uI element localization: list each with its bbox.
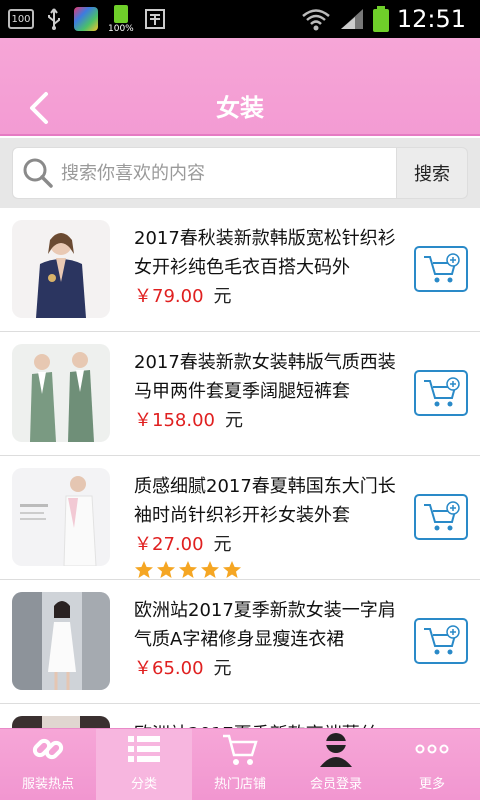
link-icon	[32, 738, 64, 760]
usb-icon	[48, 8, 60, 30]
star-icon	[201, 561, 219, 578]
product-image	[12, 344, 110, 442]
storage-indicator-icon: 100	[8, 9, 34, 29]
battery-notification-text: 100%	[108, 23, 134, 34]
product-image	[12, 468, 110, 566]
clock: 12:51	[396, 5, 466, 33]
product-name: 欧洲站2017夏季新款高端蕾丝	[134, 720, 396, 728]
star-icon	[135, 561, 153, 578]
search-button[interactable]: 搜索	[396, 147, 468, 199]
product-image	[12, 592, 110, 690]
tab-label: 热门店铺	[213, 777, 266, 792]
add-to-cart-icon	[424, 377, 460, 407]
add-to-cart-icon	[424, 253, 460, 283]
star-icon	[223, 561, 241, 578]
add-to-cart-icon	[424, 501, 460, 531]
app-notification-icon	[74, 7, 98, 31]
product-item[interactable]: 欧洲站2017夏季新款高端蕾丝	[0, 704, 480, 728]
search-input[interactable]	[61, 162, 381, 184]
more-icon	[415, 744, 449, 754]
product-name: 2017春装新款女装韩版气质西装马甲两件套夏季阔腿短裤套	[134, 352, 396, 402]
product-price: ￥65.00	[134, 658, 204, 679]
bottom-tab-bar: 服装热点 分类 热门店铺 会员登录 更多	[0, 728, 480, 800]
product-item[interactable]: 2017春装新款女装韩版气质西装马甲两件套夏季阔腿短裤套 ￥158.00 元	[0, 332, 480, 456]
price-unit: 元	[213, 534, 232, 555]
add-to-cart-button[interactable]	[414, 494, 468, 540]
back-arrow-icon[interactable]	[20, 88, 60, 128]
tab-label: 会员登录	[309, 777, 362, 792]
page-title: 女装	[216, 93, 264, 122]
tab-member-login[interactable]: 会员登录	[288, 729, 384, 800]
add-to-cart-button[interactable]	[414, 618, 468, 664]
cart-icon	[223, 734, 258, 765]
signal-icon	[340, 9, 363, 29]
status-bar: 100 100% 12:51	[0, 0, 480, 38]
product-list: 2017春秋装新款韩版宽松针织衫女开衫纯色毛衣百搭大码外 ￥79.00 元 20…	[0, 208, 480, 728]
add-to-cart-icon	[424, 625, 460, 655]
add-to-cart-button[interactable]	[414, 246, 468, 292]
product-item[interactable]: 欧洲站2017夏季新款女装一字肩气质A字裙修身显瘦连衣裙 ￥65.00 元	[0, 580, 480, 704]
tab-label: 服装热点	[21, 777, 74, 792]
price-unit: 元	[213, 658, 232, 679]
product-price: ￥27.00	[134, 534, 204, 555]
search-icon	[23, 158, 53, 188]
product-price: ￥158.00	[134, 410, 215, 431]
search-bar: 搜索	[0, 138, 480, 208]
tab-category[interactable]: 分类	[96, 729, 192, 800]
product-price: ￥79.00	[134, 286, 204, 307]
product-name: 欧洲站2017夏季新款女装一字肩气质A字裙修身显瘦连衣裙	[134, 600, 396, 650]
list-icon	[128, 736, 160, 762]
product-image	[12, 220, 110, 318]
tab-fashion-hotspot[interactable]: 服装热点	[0, 729, 96, 800]
star-icon	[179, 561, 197, 578]
price-unit: 元	[224, 410, 243, 431]
input-method-icon	[144, 9, 165, 29]
star-icon	[157, 561, 175, 578]
price-unit: 元	[213, 286, 232, 307]
tab-more[interactable]: 更多	[384, 729, 480, 800]
product-item[interactable]: 质感细腻2017春夏韩国东大门长袖时尚针织衫开衫女装外套 ￥27.00 元	[0, 456, 480, 580]
product-item[interactable]: 2017春秋装新款韩版宽松针织衫女开衫纯色毛衣百搭大码外 ￥79.00 元	[0, 208, 480, 332]
wifi-icon	[302, 9, 330, 31]
tab-label: 分类	[130, 777, 157, 792]
tab-label: 更多	[418, 777, 445, 792]
app-header: 女装	[0, 38, 480, 136]
product-name: 2017春秋装新款韩版宽松针织衫女开衫纯色毛衣百搭大码外	[134, 228, 396, 278]
add-to-cart-button[interactable]	[414, 370, 468, 416]
user-icon	[320, 733, 352, 767]
battery-icon	[372, 6, 389, 32]
tab-hot-shops[interactable]: 热门店铺	[192, 729, 288, 800]
product-name: 质感细腻2017春夏韩国东大门长袖时尚针织衫开衫女装外套	[134, 476, 396, 526]
search-box[interactable]	[12, 147, 396, 199]
rating-stars	[134, 560, 396, 580]
product-image	[12, 716, 110, 728]
battery-notification-icon: 100%	[108, 4, 134, 34]
